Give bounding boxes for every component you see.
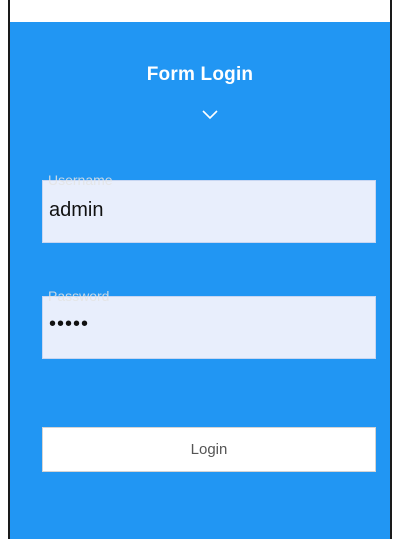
password-label: Password xyxy=(48,288,110,304)
username-field[interactable]: admin xyxy=(42,180,376,243)
password-field[interactable]: ••••• xyxy=(42,296,376,359)
password-value: ••••• xyxy=(49,313,90,335)
window-frame: Form Login admin Username ••••• Password… xyxy=(8,0,392,539)
form-title: Form Login xyxy=(146,64,254,85)
login-panel: Form Login admin Username ••••• Password… xyxy=(10,22,390,539)
username-label: Username xyxy=(48,172,113,188)
chevron-down-icon xyxy=(202,110,218,120)
username-value: admin xyxy=(49,199,104,221)
login-button[interactable]: Login xyxy=(42,427,376,472)
